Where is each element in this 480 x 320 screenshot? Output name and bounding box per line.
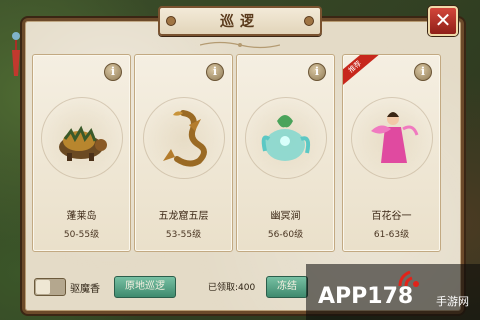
card-level-range: 53-55级 — [165, 230, 202, 240]
title-plaque: 巡逻 — [158, 6, 322, 36]
info-button[interactable]: i — [308, 63, 326, 81]
toggle-knob — [36, 280, 50, 294]
card-map-name: 蓬莱岛 — [66, 211, 97, 222]
map-card-wulongku[interactable]: i 五龙窟五层 53-55级 — [134, 54, 233, 252]
map-card-penglai[interactable]: i 蓬莱岛 50-55级 — [32, 54, 131, 252]
ghost-beast-icon — [261, 115, 311, 161]
info-button[interactable]: i — [206, 63, 224, 81]
map-card-youmingjian[interactable]: i 幽冥涧 56-60级 — [236, 54, 335, 252]
plaque-knob-right-icon — [304, 16, 314, 26]
card-level-range: 56-60级 — [267, 230, 304, 240]
flower-fairy-icon — [371, 112, 419, 163]
card-map-name: 百花谷一 — [371, 211, 412, 222]
patrol-in-place-button[interactable]: 原地巡逻 — [114, 276, 176, 298]
recommend-ribbon: 推荐 — [343, 55, 379, 89]
info-button[interactable]: i — [104, 63, 122, 81]
repel-toggle[interactable] — [34, 278, 66, 296]
card-map-name: 五龙窟五层 — [158, 211, 209, 222]
plaque-knob-left-icon — [166, 16, 176, 26]
repel-toggle-label: 驱魔香 — [70, 284, 100, 295]
received-count: 已领取:400 — [208, 283, 256, 293]
golden-dragon-icon — [163, 110, 207, 167]
card-level-range: 50-55级 — [63, 230, 100, 240]
watermark-subtitle: 手游网 — [436, 295, 469, 308]
close-button[interactable]: ✕ — [428, 6, 458, 36]
watermark-brand: APP178 — [318, 284, 414, 309]
window-title: 巡逻 — [220, 14, 260, 30]
freeze-button[interactable]: 冻结 — [266, 276, 308, 298]
map-card-baihuagu[interactable]: 推荐 i 百花谷一 61-63级 — [342, 54, 441, 252]
tassel-ornament-icon — [12, 32, 20, 76]
turtle-beast-icon — [59, 125, 107, 161]
card-level-range: 61-63级 — [373, 230, 410, 240]
scroll-divider-icon — [200, 41, 280, 49]
card-map-name: 幽冥涧 — [270, 211, 301, 222]
info-button[interactable]: i — [414, 63, 432, 81]
